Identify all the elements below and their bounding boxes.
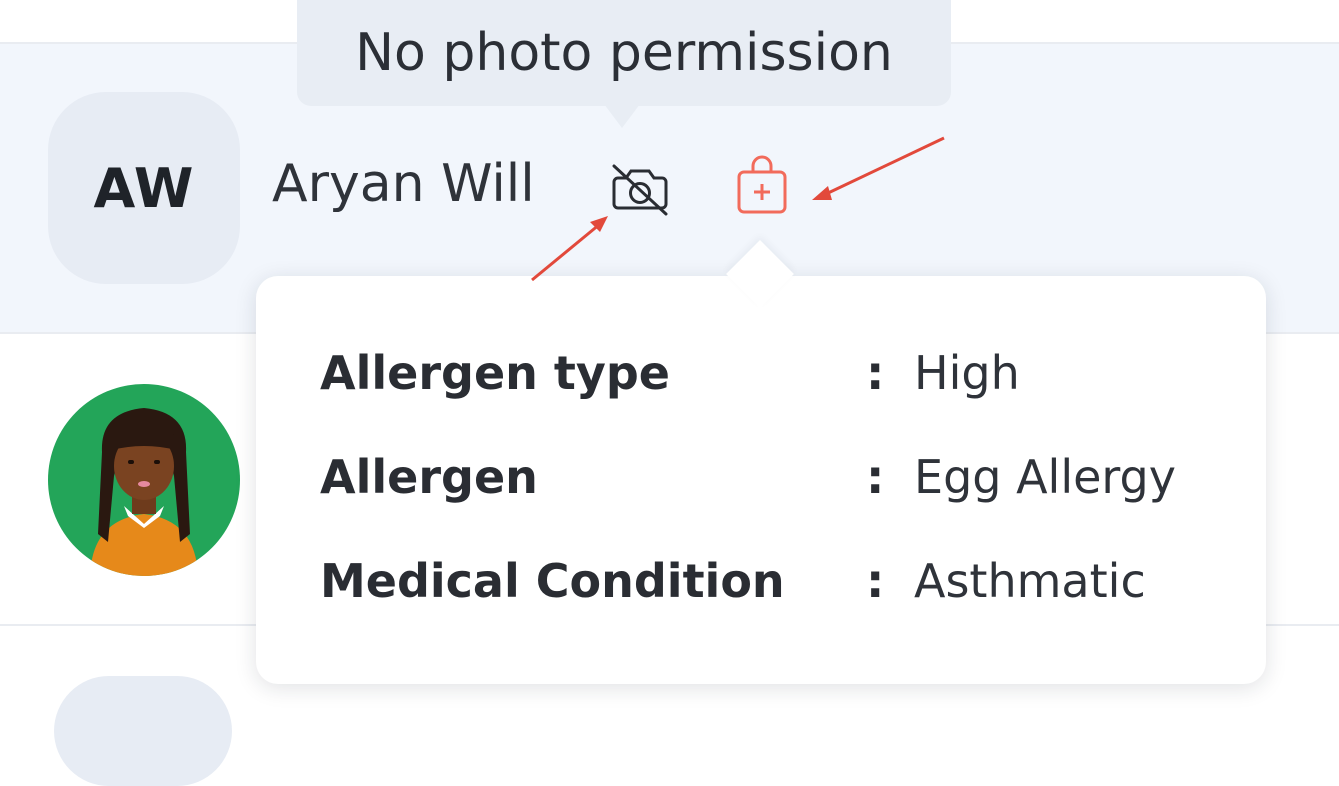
detail-label: Allergen (320, 450, 538, 504)
tooltip-caret (604, 104, 640, 128)
detail-separator: : (866, 346, 885, 400)
tooltip-text: No photo permission (355, 23, 893, 83)
detail-label: Allergen type (320, 346, 671, 400)
student-avatar-photo (48, 384, 240, 576)
detail-label: Medical Condition (320, 554, 785, 608)
detail-value: Asthmatic (914, 554, 1146, 608)
detail-separator: : (866, 554, 885, 608)
student-avatar-initials: AW (48, 92, 240, 284)
medical-bag-icon[interactable] (732, 154, 792, 220)
student-name[interactable]: Aryan Will (272, 154, 535, 214)
no-photo-tooltip: No photo permission (297, 0, 951, 106)
detail-value: High (914, 346, 1020, 400)
detail-value: Egg Allergy (914, 450, 1176, 504)
detail-separator: : (866, 450, 885, 504)
student-avatar-next (54, 676, 232, 786)
no-photo-icon[interactable] (606, 158, 674, 220)
avatar-initials-text: AW (93, 156, 195, 220)
